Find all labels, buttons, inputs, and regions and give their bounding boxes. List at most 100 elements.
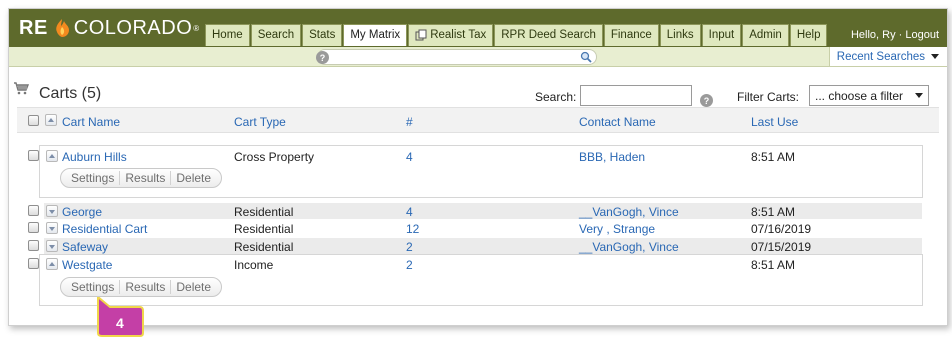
cart-count-link[interactable]: 12 (406, 222, 419, 236)
expand-row-icon[interactable] (46, 222, 58, 234)
recolorado-logo[interactable]: RE COLORADO ® (19, 15, 200, 41)
recent-searches-label: Recent Searches (836, 50, 925, 63)
results-button[interactable]: Results (120, 171, 172, 185)
tab-label: Links (666, 29, 694, 41)
tab-admin[interactable]: Admin (742, 24, 789, 46)
settings-button[interactable]: Settings (66, 280, 121, 294)
column-last-use[interactable]: Last Use (751, 115, 798, 129)
row-checkbox[interactable] (28, 240, 39, 251)
tab-label: Search (257, 29, 295, 41)
row-checkbox[interactable] (28, 150, 39, 161)
tab-label: My Matrix (350, 29, 401, 41)
carts-table-header: Cart Name Cart Type # Contact Name Last … (17, 107, 939, 133)
last-use: 8:51 AM (751, 150, 796, 164)
tab-label: Realist Tax (430, 29, 487, 41)
row-checkbox[interactable] (28, 258, 39, 269)
last-use: 8:51 AM (751, 258, 796, 272)
column-contact-name[interactable]: Contact Name (579, 115, 656, 129)
results-button[interactable]: Results (120, 280, 172, 294)
cart-actions: Settings Results Delete (60, 277, 223, 297)
tab-label: Help (796, 29, 821, 41)
cart-name-link[interactable]: George (62, 205, 102, 219)
logo-re: RE (19, 16, 48, 39)
search-icon[interactable] (580, 51, 592, 63)
delete-button[interactable]: Delete (171, 171, 216, 185)
tab-stats[interactable]: Stats (302, 24, 343, 46)
last-use: 8:51 AM (751, 205, 796, 219)
cart-type: Residential (234, 205, 294, 219)
cart-name-link[interactable]: Auburn Hills (62, 150, 127, 164)
filter-value: ... choose a filter (815, 88, 904, 103)
contact-name-link[interactable]: __VanGogh, Vince (579, 205, 679, 219)
collapse-row-icon[interactable] (46, 258, 58, 270)
expand-row-icon[interactable] (46, 205, 58, 217)
last-use: 07/16/2019 (751, 222, 812, 236)
cart-count-link[interactable]: 2 (406, 240, 413, 254)
tab-label: Input (708, 29, 735, 41)
page-title: Carts (5) (39, 85, 102, 102)
user-greeting[interactable]: Hello, Ry · Logout (851, 29, 939, 41)
column-cart-name[interactable]: Cart Name (62, 115, 120, 129)
contact-name-link[interactable]: __VanGogh, Vince (579, 240, 679, 254)
help-icon[interactable]: ? (700, 94, 713, 107)
filter-carts-select[interactable]: ... choose a filter (809, 85, 929, 106)
select-all-checkbox[interactable] (28, 115, 39, 126)
cart-type: Income (234, 258, 274, 272)
tab-rpr-deed-search[interactable]: RPR Deed Search (494, 24, 603, 46)
cart-count-link[interactable]: 4 (406, 150, 413, 164)
row-checkbox[interactable] (28, 205, 39, 216)
recent-searches-dropdown[interactable]: Recent Searches (829, 47, 947, 66)
search-label: Search: (535, 90, 577, 104)
cart-actions: Settings Results Delete (60, 168, 223, 188)
cart-type: Residential (234, 240, 294, 254)
cart-name-link[interactable]: Residential Cart (62, 222, 147, 236)
tab-input[interactable]: Input (701, 24, 742, 46)
tab-help[interactable]: Help (789, 24, 828, 46)
settings-button[interactable]: Settings (66, 171, 121, 185)
logo-registered: ® (193, 23, 200, 33)
contact-name-link[interactable]: BBB, Haden (579, 150, 645, 164)
cart-count-link[interactable]: 4 (406, 205, 413, 219)
help-icon[interactable]: ? (316, 51, 329, 64)
filter-carts-label: Filter Carts: (737, 90, 800, 104)
tab-label: RPR Deed Search (501, 29, 596, 41)
cart-type: Cross Property (234, 150, 315, 164)
tab-search[interactable]: Search (250, 24, 302, 46)
tab-label: Finance (610, 29, 652, 41)
collapse-all-icon[interactable] (45, 114, 57, 126)
cart-name-link[interactable]: Safeway (62, 240, 108, 254)
cart-count-link[interactable]: 2 (406, 258, 413, 272)
column-cart-type[interactable]: Cart Type (234, 115, 286, 129)
matrix-window: RE COLORADO ® Home Search Stats My Matri… (8, 8, 948, 326)
logo-colorado: COLORADO (73, 16, 193, 39)
quick-search-input[interactable]: ? (316, 49, 597, 65)
cart-name-link[interactable]: Westgate (62, 258, 112, 272)
tab-label: Home (212, 29, 243, 41)
cart-icon (13, 81, 30, 95)
tab-home[interactable]: Home (205, 24, 250, 46)
cart-type: Residential (234, 222, 294, 236)
main-nav: Home Search Stats My Matrix Realist Tax … (205, 24, 828, 46)
column-count[interactable]: # (406, 115, 413, 129)
collapse-row-icon[interactable] (46, 150, 58, 162)
header-bar: RE COLORADO ® Home Search Stats My Matri… (9, 9, 947, 47)
chevron-down-icon (915, 93, 923, 98)
tab-label: Stats (309, 29, 336, 41)
copy-icon (415, 29, 427, 44)
chevron-down-icon (931, 54, 939, 59)
contact-name-link[interactable]: Very , Strange (579, 222, 655, 236)
delete-button[interactable]: Delete (171, 280, 216, 294)
row-checkbox[interactable] (28, 222, 39, 233)
tab-my-matrix[interactable]: My Matrix (343, 24, 408, 46)
expand-row-icon[interactable] (46, 240, 58, 252)
step-callout-number: 4 (116, 315, 124, 331)
tab-finance[interactable]: Finance (603, 24, 659, 46)
cart-search-input[interactable] (580, 85, 692, 106)
tab-links[interactable]: Links (659, 24, 701, 46)
tab-realist-tax[interactable]: Realist Tax (408, 24, 494, 46)
last-use: 07/15/2019 (751, 240, 812, 254)
carts-toolbar: Carts (5) Search: ? Filter Carts: ... ch… (9, 69, 947, 107)
tab-label: Admin (749, 29, 782, 41)
quick-search-strip: ? Recent Searches (9, 47, 947, 67)
flame-icon (53, 18, 71, 38)
